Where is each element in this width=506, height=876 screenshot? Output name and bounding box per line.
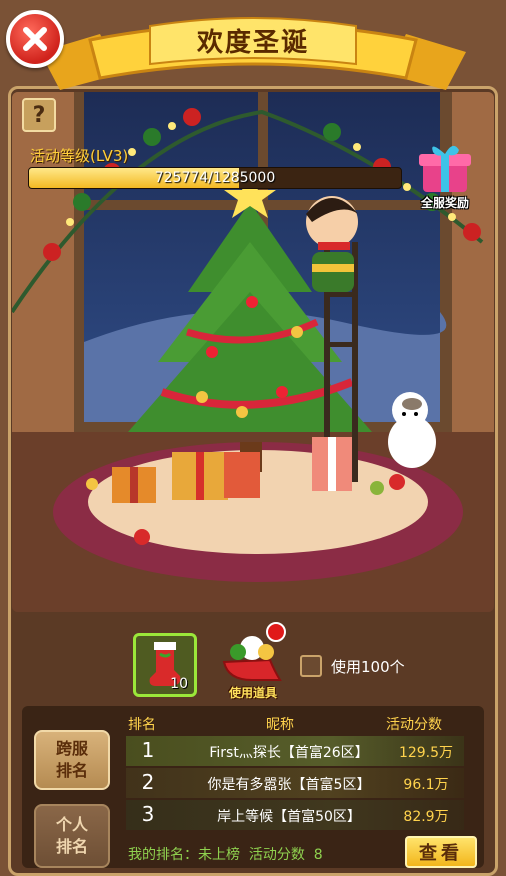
sleigh-icon bbox=[222, 622, 286, 681]
tab-personal-rank[interactable]: 个人排名 bbox=[34, 804, 110, 868]
tab-cross-server-rank[interactable]: 跨服排名 bbox=[34, 730, 110, 790]
activity-progress-text: 725774/1285000 bbox=[154, 170, 276, 186]
ranking-row: 3 岸上等候【首富50区】 82.9万 bbox=[126, 800, 464, 830]
page-title: 欢度圣诞 bbox=[196, 27, 309, 58]
help-button[interactable]: ? bbox=[22, 98, 56, 132]
player-score: 82.9万 bbox=[403, 809, 449, 825]
player-name: First灬探长【首富26区】 bbox=[209, 745, 369, 761]
use-item-label: 使用道具 bbox=[228, 686, 277, 700]
column-header-score: 活动分数 bbox=[386, 717, 442, 733]
close-button[interactable] bbox=[6, 10, 64, 68]
activity-progress-bar: 725774/1285000 bbox=[28, 167, 402, 189]
my-rank-text: 我的排名：未上榜 活动分数 8 bbox=[128, 847, 323, 863]
activity-level-label: 活动等级(LV3) bbox=[30, 147, 129, 165]
question-mark-icon: ? bbox=[32, 102, 46, 128]
tab-cross-server-label: 跨服排名 bbox=[55, 739, 88, 780]
gift-icon bbox=[419, 145, 471, 192]
use-100-label: 使用100个 bbox=[331, 658, 405, 676]
ranking-row: 2 你是有多嚣张【首富5区】 96.1万 bbox=[126, 768, 464, 798]
rank-number: 2 bbox=[141, 770, 155, 794]
player-score: 96.1万 bbox=[403, 777, 449, 793]
player-name: 你是有多嚣张【首富5区】 bbox=[207, 777, 371, 793]
ranking-row: 1 First灬探长【首富26区】 129.5万 bbox=[126, 736, 464, 766]
column-header-nickname: 昵称 bbox=[266, 717, 294, 733]
use-100-checkbox[interactable] bbox=[300, 655, 322, 677]
close-icon bbox=[23, 27, 47, 51]
server-reward-label: 全服奖励 bbox=[420, 196, 469, 210]
sock-item-slot[interactable]: 10 bbox=[133, 633, 197, 697]
use-item-button[interactable]: 使用道具 bbox=[218, 622, 288, 702]
rank-number: 3 bbox=[141, 802, 155, 826]
player-name: 岸上等候【首富50区】 bbox=[217, 809, 361, 825]
column-header-rank: 排名 bbox=[128, 717, 156, 733]
sock-count: 10 bbox=[170, 676, 188, 692]
view-button[interactable]: 查看 bbox=[405, 836, 477, 868]
tab-personal-label: 个人排名 bbox=[55, 815, 88, 856]
server-reward-button[interactable]: 全服奖励 bbox=[412, 140, 478, 214]
rank-number: 1 bbox=[141, 738, 155, 762]
player-score: 129.5万 bbox=[398, 745, 454, 761]
